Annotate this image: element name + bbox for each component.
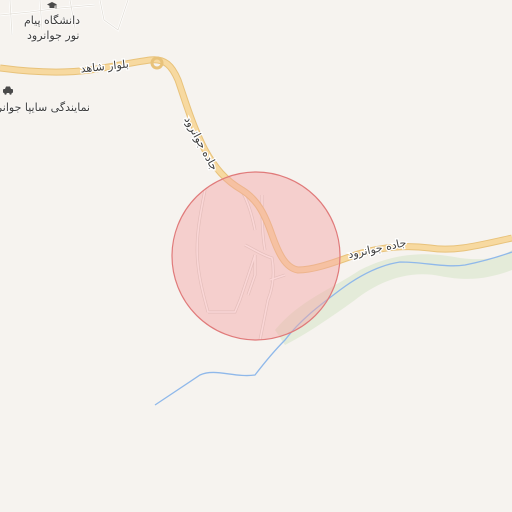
highlight-circle[interactable] — [171, 171, 341, 341]
poi-label-university-line2[interactable]: نور جوانرود — [27, 29, 79, 42]
map-canvas[interactable]: بلوار شاهد جاده جوانرود جاده جوانرود — [0, 0, 512, 512]
road-label-javanrud-north: جاده جوانرود — [181, 114, 220, 172]
car-icon[interactable] — [3, 86, 13, 95]
poi-label-university-line1[interactable]: دانشگاه پیام — [24, 14, 80, 27]
road-label-boulevard: بلوار شاهد — [80, 58, 129, 76]
poi-label-saipa-dealer[interactable]: نمایندگی سایپا جوانرود — [0, 101, 90, 114]
